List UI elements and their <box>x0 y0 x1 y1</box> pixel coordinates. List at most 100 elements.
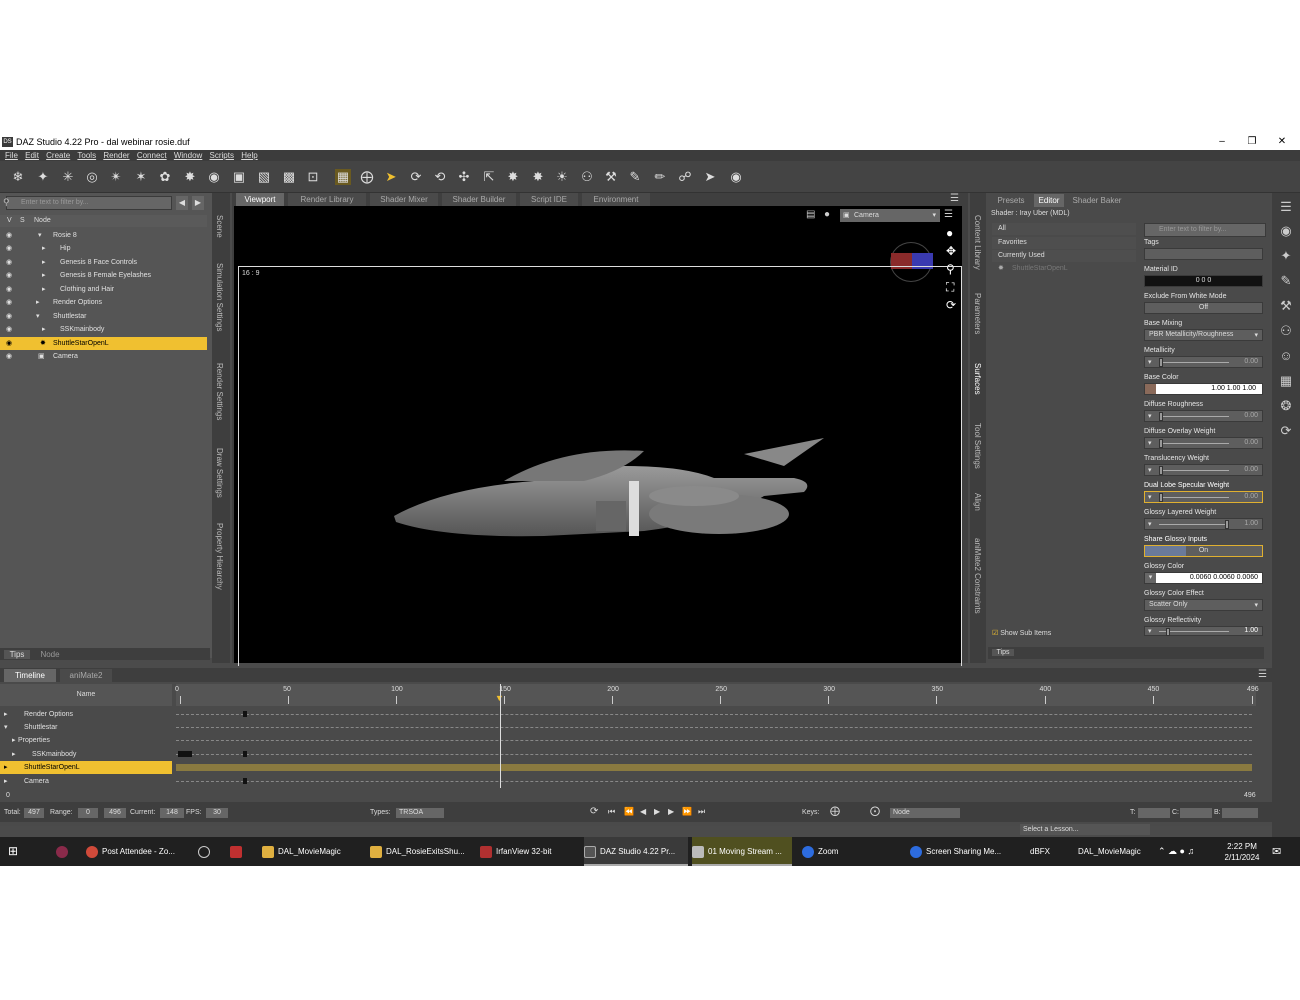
show-sub-items[interactable]: ☑ Show Sub Items <box>992 629 1051 637</box>
loop-icon[interactable]: ⟳ <box>590 806 598 817</box>
pose-icon[interactable]: ✦ <box>1278 248 1294 264</box>
exclude-white-toggle[interactable]: Off <box>1144 302 1263 314</box>
cube-icon[interactable]: ▣ <box>231 169 247 185</box>
rotate-tool-icon[interactable]: ⟳ <box>408 169 424 185</box>
timeline-row-shuttlestar[interactable]: ▾ Shuttlestar <box>0 721 172 734</box>
scene-item-shuttlestar[interactable]: ◉ ▾ Shuttlestar <box>0 310 207 323</box>
side-tab-animate2-constraints[interactable]: aniMate2 Constraints <box>973 538 982 614</box>
restore-button[interactable]: ❐ <box>1242 136 1262 148</box>
surface-search-input[interactable]: Enter text to filter by... <box>1144 223 1266 237</box>
track-shuttlestar[interactable] <box>176 727 1252 728</box>
glossy-color-field[interactable]: 0.0060 0.0060 0.0060 <box>1144 572 1263 584</box>
side-tab-surfaces[interactable]: Surfaces <box>973 363 982 395</box>
tab-environment[interactable]: Environment <box>582 193 650 206</box>
timeline-row-sskmainbody[interactable]: ▸ SSKmainbody <box>0 748 172 761</box>
scene-item-eyelashes[interactable]: ◉ ▸ Genesis 8 Female Eyelashes <box>0 269 207 282</box>
tags-field[interactable] <box>1144 248 1263 260</box>
task-dal-rosieexits[interactable]: DAL_RosieExitsShu... <box>370 837 474 866</box>
scene-search-input[interactable]: Enter text to filter by... <box>6 196 172 210</box>
task-screen-sharing[interactable]: Screen Sharing Me... <box>910 837 1014 866</box>
aux-viewport-icon[interactable]: ▤ <box>806 209 815 220</box>
eye-icon[interactable]: ◉ <box>6 283 12 296</box>
system-tray-icons[interactable]: ⌃ ☁ ● ♫ <box>1158 837 1218 866</box>
slider-knob[interactable] <box>1165 628 1170 636</box>
cursor-icon[interactable]: ➤ <box>702 169 718 185</box>
pan-icon[interactable]: ✥ <box>946 244 956 258</box>
target-icon[interactable]: ◉ <box>206 169 222 185</box>
menu-icon[interactable]: ☰ <box>1278 199 1294 215</box>
tab-shader-mixer[interactable]: Shader Mixer <box>370 193 438 206</box>
joint-editor-icon[interactable]: ✦ <box>35 169 51 185</box>
tab-editor[interactable]: Editor <box>1034 194 1064 207</box>
measure-icon[interactable]: ✸ <box>505 169 521 185</box>
node-icon[interactable]: ✸ <box>182 169 198 185</box>
remove-key-icon[interactable]: ⨀ <box>870 806 880 817</box>
slider-knob[interactable] <box>1159 466 1163 475</box>
tab-animate2[interactable]: aniMate2 <box>60 669 112 682</box>
scene-item-sskmainbody[interactable]: ◉ ▸ SSKmainbody <box>0 323 207 336</box>
spot-render-icon[interactable]: ✶ <box>133 169 149 185</box>
morph-icon[interactable]: ✸ <box>530 169 546 185</box>
side-tab-property-hierarchy[interactable]: Property Hierarchy <box>215 523 224 590</box>
add-key-icon[interactable]: ⨁ <box>830 806 840 817</box>
keyframe[interactable] <box>243 778 247 784</box>
scene-item-shuttlestaropenl[interactable]: ◉ ✸ ShuttleStarOpenL <box>0 337 207 350</box>
align-icon[interactable]: ⊡ <box>305 169 321 185</box>
task-zoom[interactable]: Zoom <box>802 837 902 866</box>
task-moving-stream[interactable]: 01 Moving Stream ... <box>692 837 792 866</box>
select-arrow-icon[interactable]: ➤ <box>383 169 399 185</box>
timeline-ruler[interactable]: 050100150200250300350400450496▼ <box>175 684 1259 706</box>
timeline-row-shuttlestaropenl[interactable]: ▸ ShuttleStarOpenL <box>0 761 172 774</box>
app-icon[interactable] <box>56 837 76 866</box>
task-post-attendee[interactable]: Post Attendee - Zo... <box>86 837 186 866</box>
material-id-field[interactable]: 0 0 0 <box>1144 275 1263 287</box>
3d-viewport[interactable]: ▤ ● ▣ Camera ▾ ☰ ● ✥ ⚲ ⛶ ⟳ 16 : 9 <box>234 206 962 666</box>
glossy-reflectivity-slider[interactable]: ▾ 1.00 <box>1144 626 1263 636</box>
pane-menu-icon[interactable]: ☰ <box>1258 669 1267 680</box>
arrow-left-icon[interactable]: ◀ <box>176 196 188 210</box>
eye-icon[interactable]: ◉ <box>6 242 12 255</box>
task-app-icon-red[interactable] <box>230 837 252 866</box>
cube2-icon[interactable]: ▧ <box>256 169 272 185</box>
menu-help[interactable]: Help <box>241 151 257 160</box>
menu-scripts[interactable]: Scripts <box>210 151 234 160</box>
t-field[interactable] <box>1138 808 1170 818</box>
next-frame-icon[interactable]: ▶ <box>668 807 674 816</box>
task-daz-studio[interactable]: DAZ Studio 4.22 Pr... <box>584 837 688 866</box>
slider-knob[interactable] <box>1159 358 1163 367</box>
edit-icon[interactable]: ✏ <box>652 169 668 185</box>
clock-time[interactable]: 2:22 PM <box>1222 842 1262 851</box>
current-field[interactable]: 148 <box>160 808 184 818</box>
side-tab-scene[interactable]: Scene <box>215 215 224 238</box>
slider-knob[interactable] <box>1159 493 1163 502</box>
keyframe[interactable] <box>178 751 192 757</box>
slider-knob[interactable] <box>1159 412 1163 421</box>
total-field[interactable]: 497 <box>24 808 44 818</box>
clock-date[interactable]: 2/11/2024 <box>1222 853 1262 862</box>
diffuse-roughness-slider[interactable]: ▾ 0.00 <box>1144 410 1263 422</box>
metallicity-slider[interactable]: ▾ 0.00 <box>1144 356 1263 368</box>
shuttle-model[interactable] <box>384 426 834 576</box>
menu-file[interactable]: File <box>5 151 18 160</box>
next-key-icon[interactable]: ⏩ <box>682 807 692 816</box>
checkbox-icon[interactable]: ☑ <box>992 630 998 637</box>
prev-key-icon[interactable]: ⏪ <box>624 807 634 816</box>
track-camera[interactable] <box>176 781 1252 782</box>
filter-all[interactable]: All <box>992 223 1136 235</box>
timeline-row-render-options[interactable]: ▸ Render Options <box>0 708 172 721</box>
menu-tools[interactable]: Tools <box>77 151 96 160</box>
dual-lobe-slider[interactable]: ▾ 0.00 <box>1144 491 1263 503</box>
tab-viewport[interactable]: Viewport <box>236 193 284 206</box>
b-field[interactable] <box>1222 808 1258 818</box>
scene-item-clothing-hair[interactable]: ◉ ▸ Clothing and Hair <box>0 283 207 296</box>
cube3-icon[interactable]: ▩ <box>281 169 297 185</box>
filter-currently-used[interactable]: Currently Used <box>992 250 1136 262</box>
slider-knob[interactable] <box>1159 439 1163 448</box>
side-tab-align[interactable]: Align <box>973 493 982 511</box>
glossy-effect-select[interactable]: Scatter Only ▾ <box>1144 599 1263 611</box>
range-end-field[interactable]: 496 <box>104 808 126 818</box>
sphere-icon[interactable]: ❂ <box>1278 398 1294 414</box>
side-tab-content-library[interactable]: Content Library <box>973 215 982 270</box>
eye-icon[interactable]: ◉ <box>6 323 12 336</box>
eye-icon[interactable]: ◉ <box>6 350 12 363</box>
